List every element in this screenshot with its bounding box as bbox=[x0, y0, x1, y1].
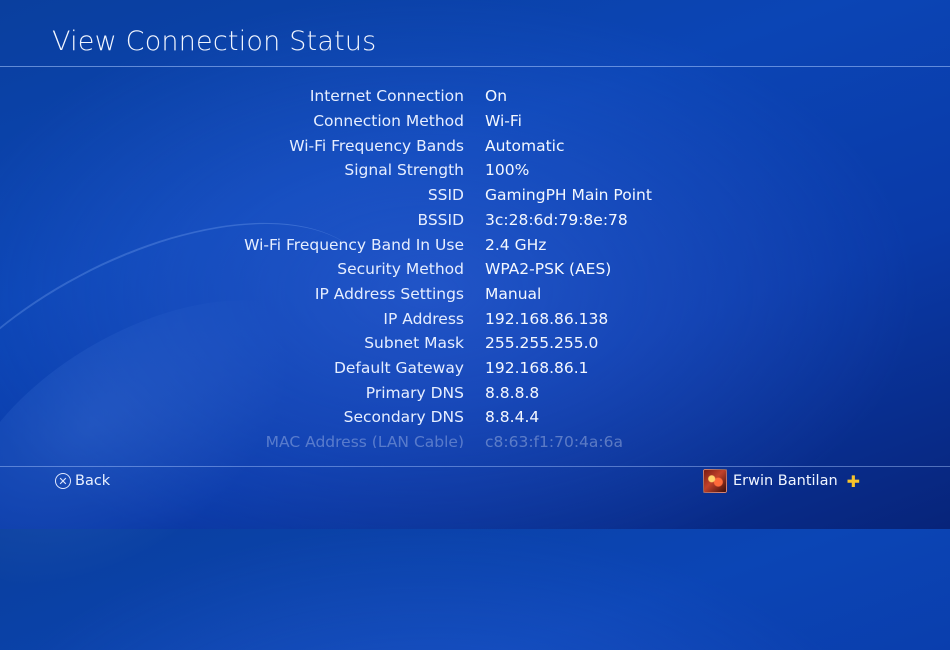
row-value: 192.168.86.1 bbox=[485, 359, 589, 377]
cross-button-icon: ✕ bbox=[55, 473, 71, 489]
row-label: Wi-Fi Frequency Band In Use bbox=[244, 236, 464, 254]
row-value: On bbox=[485, 87, 508, 105]
row-value: c8:63:f1:70:4a:6a bbox=[485, 433, 623, 448]
row-label: MAC Address (LAN Cable) bbox=[265, 433, 464, 448]
playstation-plus-icon: ✚ bbox=[846, 471, 861, 491]
row-secondary-dns: Secondary DNS 8.8.4.4 bbox=[0, 405, 950, 429]
user-name: Erwin Bantilan bbox=[733, 473, 838, 489]
row-value: 192.168.86.138 bbox=[485, 310, 609, 328]
connection-status-list[interactable]: Internet Connection On Connection Method… bbox=[0, 84, 950, 448]
page-title: View Connection Status bbox=[52, 26, 377, 57]
row-label: IP Address bbox=[383, 310, 464, 328]
row-ip-address-settings: IP Address Settings Manual bbox=[0, 282, 950, 306]
row-label: Secondary DNS bbox=[343, 408, 464, 426]
row-label: Connection Method bbox=[313, 112, 464, 130]
row-label: Primary DNS bbox=[365, 384, 464, 402]
row-subnet-mask: Subnet Mask 255.255.255.0 bbox=[0, 331, 950, 355]
row-label: Default Gateway bbox=[333, 359, 464, 377]
row-ssid: SSID GamingPH Main Point bbox=[0, 183, 950, 207]
avatar bbox=[703, 469, 727, 493]
row-security-method: Security Method WPA2-PSK (AES) bbox=[0, 257, 950, 281]
footer-divider bbox=[0, 466, 950, 467]
row-signal-strength: Signal Strength 100% bbox=[0, 158, 950, 182]
row-value: GamingPH Main Point bbox=[485, 186, 652, 204]
row-value: WPA2-PSK (AES) bbox=[485, 260, 612, 278]
row-label: Internet Connection bbox=[309, 87, 464, 105]
back-button[interactable]: ✕ Back bbox=[55, 471, 110, 491]
row-label: Security Method bbox=[337, 260, 464, 278]
row-value: 2.4 GHz bbox=[485, 236, 547, 254]
row-value: Manual bbox=[485, 285, 542, 303]
row-label: Wi-Fi Frequency Bands bbox=[289, 137, 464, 155]
row-label: Signal Strength bbox=[344, 161, 464, 179]
row-value: Automatic bbox=[485, 137, 565, 155]
header-divider bbox=[0, 66, 950, 67]
row-default-gateway: Default Gateway 192.168.86.1 bbox=[0, 356, 950, 380]
row-ip-address: IP Address 192.168.86.138 bbox=[0, 307, 950, 331]
row-wifi-frequency-bands: Wi-Fi Frequency Bands Automatic bbox=[0, 134, 950, 158]
row-connection-method: Connection Method Wi-Fi bbox=[0, 109, 950, 133]
row-value: 100% bbox=[485, 161, 530, 179]
row-label: IP Address Settings bbox=[314, 285, 464, 303]
row-value: 8.8.8.8 bbox=[485, 384, 540, 402]
row-value: 255.255.255.0 bbox=[485, 334, 599, 352]
row-label: SSID bbox=[427, 186, 464, 204]
row-value: 8.8.4.4 bbox=[485, 408, 540, 426]
row-value: Wi-Fi bbox=[485, 112, 522, 130]
row-value: 3c:28:6d:79:8e:78 bbox=[485, 211, 628, 229]
row-primary-dns: Primary DNS 8.8.8.8 bbox=[0, 381, 950, 405]
row-label: BSSID bbox=[417, 211, 464, 229]
row-mac-address-lan: MAC Address (LAN Cable) c8:63:f1:70:4a:6… bbox=[0, 430, 950, 448]
row-bssid: BSSID 3c:28:6d:79:8e:78 bbox=[0, 208, 950, 232]
user-profile: Erwin Bantilan ✚ bbox=[703, 469, 861, 493]
row-label: Subnet Mask bbox=[364, 334, 464, 352]
row-wifi-band-in-use: Wi-Fi Frequency Band In Use 2.4 GHz bbox=[0, 233, 950, 257]
row-internet-connection: Internet Connection On bbox=[0, 84, 950, 108]
back-label: Back bbox=[75, 473, 111, 489]
